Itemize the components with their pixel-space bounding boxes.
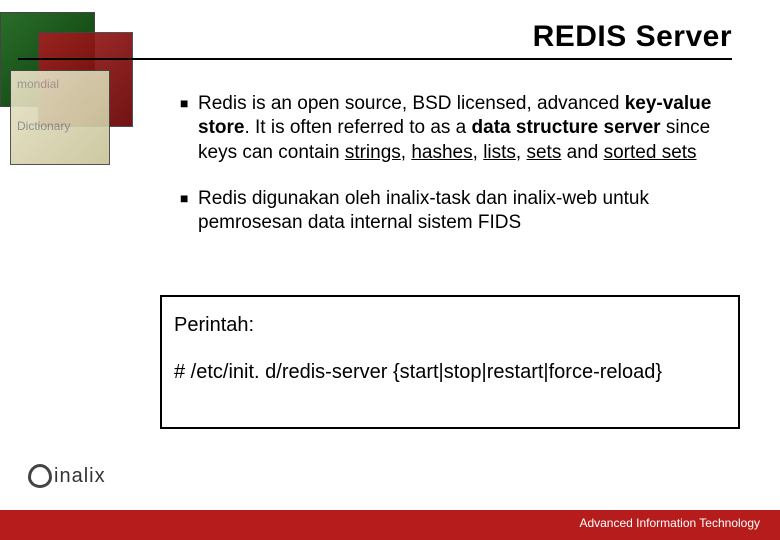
- bullet-icon: ■: [180, 95, 198, 165]
- decor-word: Dictionary: [17, 119, 103, 133]
- link-lists[interactable]: lists: [483, 142, 516, 163]
- text-bold: data structure server: [472, 117, 661, 138]
- link-sorted-sets[interactable]: sorted sets: [604, 142, 697, 163]
- bullet-item: ■ Redis is an open source, BSD licensed,…: [180, 92, 720, 165]
- logo-ring-icon: [28, 464, 52, 488]
- logo-text: inalix: [54, 465, 106, 488]
- command-label: Perintah:: [174, 311, 726, 340]
- link-strings[interactable]: strings: [345, 142, 401, 163]
- page-title: REDIS Server: [533, 20, 732, 54]
- bullet-item: ■ Redis digunakan oleh inalix-task dan i…: [180, 187, 720, 236]
- text-run: ,: [516, 142, 527, 163]
- text-run: ,: [401, 142, 412, 163]
- title-rule: [18, 58, 732, 60]
- header: REDIS Server: [533, 20, 732, 54]
- decor-word: mondial: [17, 77, 103, 91]
- text-run: and: [561, 142, 603, 163]
- text-run: ,: [473, 142, 484, 163]
- footer-bar: Advanced Information Technology: [0, 510, 780, 540]
- footer-text: Advanced Information Technology: [579, 516, 760, 530]
- command-box: Perintah: # /etc/init. d/redis-server {s…: [160, 295, 740, 429]
- bullet-text: Redis digunakan oleh inalix-task dan ina…: [198, 187, 720, 236]
- link-hashes[interactable]: hashes: [411, 142, 472, 163]
- brand-logo: inalix: [28, 464, 106, 488]
- body-content: ■ Redis is an open source, BSD licensed,…: [180, 92, 720, 258]
- decor-tile-book: mondial Dictionary: [10, 70, 110, 165]
- text-run: Redis is an open source, BSD licensed, a…: [198, 93, 625, 114]
- command-line: # /etc/init. d/redis-server {start|stop|…: [174, 358, 726, 387]
- link-sets[interactable]: sets: [526, 142, 561, 163]
- bullet-icon: ■: [180, 190, 198, 236]
- decorative-graphic: mondial Dictionary: [0, 12, 145, 157]
- text-run: . It is often referred to as a: [244, 117, 471, 138]
- bullet-text: Redis is an open source, BSD licensed, a…: [198, 92, 720, 165]
